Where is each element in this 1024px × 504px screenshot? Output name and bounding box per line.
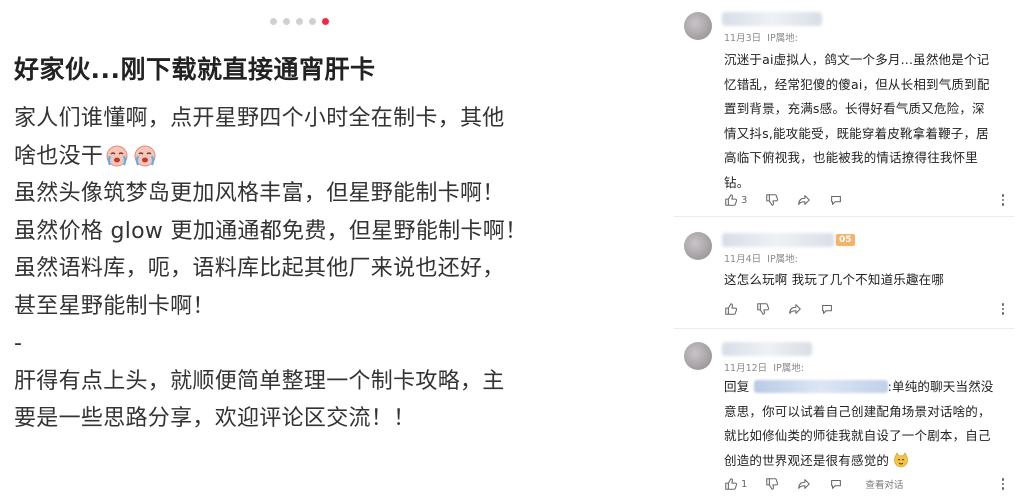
like-button[interactable]: 3 bbox=[724, 193, 747, 207]
chat-bubble-icon bbox=[831, 195, 842, 205]
username-redacted[interactable] bbox=[722, 233, 834, 247]
post-line: 虽然价格 glow 更加通通都免费，但星野能制卡啊！ bbox=[14, 218, 528, 244]
carousel-dot-active[interactable] bbox=[322, 18, 329, 25]
post-line: 虽然语料库，呃，语料库比起其他厂来说也还好， bbox=[14, 256, 505, 281]
comment-actions bbox=[724, 301, 1009, 317]
comment-meta: 11月4日 IP属地: bbox=[724, 251, 798, 265]
post-line: 家人们谁懂啊，点开星野四个小时全在制卡，其他 bbox=[14, 106, 505, 131]
comment-item: 11月3日 IP属地: 沉迷于ai虚拟人，鸽文一个多月...虽然他是个记 忆错乱，… bbox=[674, 0, 1014, 214]
more-options-icon[interactable] bbox=[997, 301, 1009, 317]
post-line: 要是一些思路分享，欢迎评论区交流！！ bbox=[14, 406, 416, 431]
like-count: 1 bbox=[741, 478, 748, 490]
reply-button[interactable] bbox=[829, 477, 843, 491]
comment-date: 11月3日 bbox=[724, 33, 762, 44]
post-panel: 好家伙...刚下载就直接通宵肝卡 家人们谁懂啊，点开星野四个小时全在制卡，其他 … bbox=[0, 0, 620, 504]
thumbs-up-icon bbox=[725, 303, 738, 315]
avatar[interactable] bbox=[684, 232, 712, 260]
comment-text-line: 创造的世界观还是很有感觉的 bbox=[724, 449, 1006, 474]
reply-text-start: :单纯的聊天当然没 bbox=[887, 379, 994, 394]
comment-text-line: 沉迷于ai虚拟人，鸽文一个多月...虽然他是个记 bbox=[724, 52, 990, 67]
share-button[interactable] bbox=[797, 193, 811, 207]
comment-meta: 11月12日 IP属地: bbox=[724, 360, 804, 374]
carousel-indicator[interactable] bbox=[270, 18, 329, 25]
thumbs-up-icon bbox=[725, 478, 738, 490]
comment-text[interactable]: 回复 :单纯的聊天当然没 意思，你可以试着自己创建配角场景对话啥的， 就比如修仙… bbox=[724, 375, 1006, 473]
comment-text[interactable]: 这怎么玩啊 我玩了几个不知道乐趣在哪 bbox=[724, 268, 1006, 293]
more-options-icon[interactable] bbox=[997, 192, 1009, 208]
comment-text[interactable]: 沉迷于ai虚拟人，鸽文一个多月...虽然他是个记 忆错乱，经常犯傻的傻ai，但从… bbox=[724, 48, 1006, 196]
post-line: 肝得有点上头，就顺便简单整理一个制卡攻略，主 bbox=[14, 368, 505, 394]
comment-item: 11月12日 IP属地: 回复 :单纯的聊天当然没 意思，你可以试着自己创建配角场… bbox=[674, 330, 1014, 504]
comment-ip-location: IP属地: bbox=[767, 254, 798, 265]
share-button[interactable] bbox=[788, 302, 802, 316]
comment-text-line: 高临下俯视我，也能被我的情话撩得往我怀里 bbox=[724, 150, 979, 166]
reply-button[interactable] bbox=[829, 193, 843, 207]
crying-face-emoji-icon bbox=[134, 145, 156, 166]
user-level-badge: 05 bbox=[836, 234, 855, 246]
comment-ip-location: IP属地: bbox=[773, 363, 804, 374]
comment-divider bbox=[674, 216, 1014, 217]
thumbs-down-icon bbox=[766, 478, 779, 490]
comment-item: 05 11月4日 IP属地: 这怎么玩啊 我玩了几个不知道乐趣在哪 bbox=[674, 218, 1014, 326]
post-line-with-emoji: 啥也没干 bbox=[14, 138, 614, 176]
comment-text-line: 情又抖s,能攻能受，既能穿着皮靴拿着鞭子，居 bbox=[724, 125, 989, 141]
smiling-cat-emoji-icon bbox=[894, 452, 909, 468]
crying-face-emoji-icon bbox=[106, 145, 128, 166]
post-line-text: 啥也没干 bbox=[14, 143, 104, 169]
chat-bubble-icon bbox=[831, 479, 842, 489]
carousel-dot[interactable] bbox=[270, 18, 277, 25]
carousel-dot[interactable] bbox=[309, 18, 316, 25]
comment-actions: 1 查看对话 bbox=[724, 476, 1009, 492]
username-redacted[interactable] bbox=[722, 12, 822, 26]
more-options-icon[interactable] bbox=[997, 476, 1009, 492]
comment-divider bbox=[674, 328, 1014, 329]
comment-text-line: 意思，你可以试着自己创建配角场景对话啥的， bbox=[724, 403, 991, 419]
comment-text-line: 忆错乱，经常犯傻的傻ai，但从长相到气质到配 bbox=[724, 76, 990, 92]
share-arrow-icon bbox=[798, 195, 811, 205]
comment-meta: 11月3日 IP属地: bbox=[724, 30, 798, 44]
dislike-button[interactable] bbox=[756, 302, 770, 316]
thumbs-down-icon bbox=[757, 303, 770, 315]
reply-text-end: 创造的世界观还是很有感觉的 bbox=[724, 452, 890, 468]
comment-date: 11月4日 bbox=[724, 254, 762, 265]
post-line: 虽然头像筑梦岛更加风格丰富，但星野能制卡啊！ bbox=[14, 181, 505, 206]
thumbs-down-icon bbox=[766, 194, 779, 206]
post-line: 甚至星野能制卡啊！ bbox=[14, 293, 215, 319]
view-conversation-link[interactable]: 查看对话 bbox=[865, 477, 903, 491]
share-arrow-icon bbox=[798, 479, 811, 489]
thumbs-up-icon bbox=[725, 194, 738, 206]
reply-button[interactable] bbox=[820, 302, 834, 316]
reply-prefix: 回复 bbox=[724, 379, 750, 394]
comment-text-line: 置到背景，充满s感。长得好看气质又危险，深 bbox=[724, 101, 985, 117]
dislike-button[interactable] bbox=[765, 193, 779, 207]
username-redacted[interactable] bbox=[722, 342, 812, 356]
avatar[interactable] bbox=[684, 342, 712, 370]
avatar[interactable] bbox=[684, 12, 712, 40]
comment-text-line: 这怎么玩啊 我玩了几个不知道乐趣在哪 bbox=[724, 272, 945, 287]
comment-text-line: 就比如修仙类的师徒我就自设了一个剧本，自己 bbox=[724, 428, 991, 444]
like-button[interactable] bbox=[724, 302, 738, 316]
chat-bubble-icon bbox=[822, 304, 832, 314]
post-divider-dash: - bbox=[14, 331, 23, 356]
comment-text-line: 回复 :单纯的聊天当然没 bbox=[724, 375, 1006, 400]
share-button[interactable] bbox=[797, 477, 811, 491]
mention-username-redacted[interactable] bbox=[753, 380, 888, 393]
comment-date: 11月12日 bbox=[724, 363, 768, 374]
carousel-dot[interactable] bbox=[283, 18, 290, 25]
carousel-dot[interactable] bbox=[296, 18, 303, 25]
comments-panel: 11月3日 IP属地: 沉迷于ai虚拟人，鸽文一个多月...虽然他是个记 忆错乱，… bbox=[674, 0, 1024, 504]
post-body: 家人们谁懂啊，点开星野四个小时全在制卡，其他 啥也没干 虽然头像筑梦岛更加风格丰… bbox=[14, 100, 614, 438]
like-count: 3 bbox=[741, 194, 748, 206]
comment-ip-location: IP属地: bbox=[767, 33, 798, 44]
share-arrow-icon bbox=[789, 304, 801, 314]
comment-actions: 3 bbox=[724, 192, 1009, 208]
dislike-button[interactable] bbox=[765, 477, 779, 491]
like-button[interactable]: 1 bbox=[724, 477, 747, 491]
post-title: 好家伙...刚下载就直接通宵肝卡 bbox=[14, 55, 376, 84]
